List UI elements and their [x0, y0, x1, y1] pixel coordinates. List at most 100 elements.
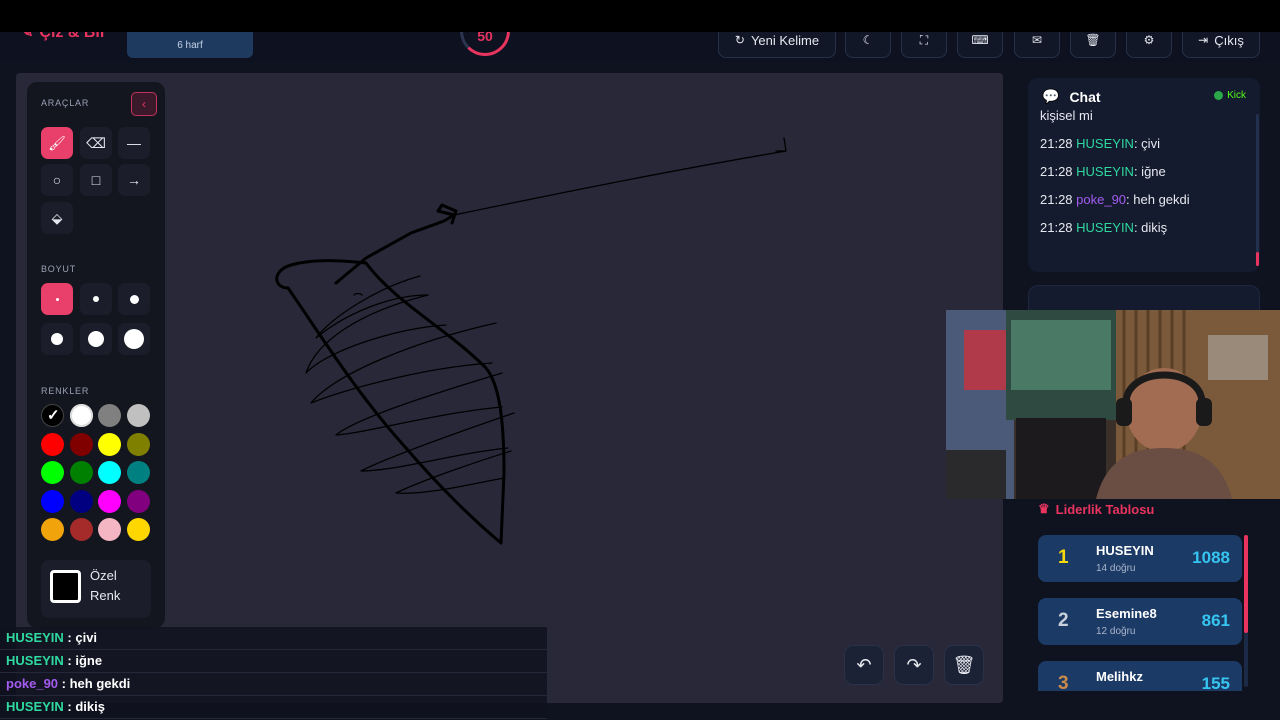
- brush-tool[interactable]: 🖌: [41, 127, 73, 159]
- theme-button[interactable]: ☾: [845, 32, 891, 58]
- overlay-username: HUSEYIN: [6, 699, 64, 714]
- chat-username[interactable]: HUSEYIN: [1076, 164, 1134, 179]
- color-swatch[interactable]: [126, 518, 150, 541]
- overlay-username: poke_90: [6, 676, 59, 691]
- paint-bucket-icon: ⬙: [51, 209, 63, 226]
- rectangle-tool[interactable]: □: [80, 164, 112, 196]
- chat-username[interactable]: poke_90: [1076, 192, 1126, 207]
- color-swatch[interactable]: [41, 518, 64, 541]
- eraser-icon: ⌫: [86, 134, 106, 151]
- size-option-6[interactable]: [118, 323, 150, 355]
- custom-color-label: Özel Renk: [90, 568, 121, 603]
- fill-tool[interactable]: ⬙: [41, 202, 73, 234]
- color-swatch[interactable]: [98, 518, 121, 541]
- chat-message: 21:28 poke_90: yayın döndü bende kişisel…: [1040, 108, 1250, 126]
- size-option-1[interactable]: [41, 283, 73, 315]
- settings-button[interactable]: ⚙: [1126, 32, 1172, 58]
- leaderboard-row[interactable]: 2 Esemine8 12 doğru 861: [1038, 598, 1242, 645]
- brand-logo[interactable]: ✎ Çiz & Bil: [20, 32, 104, 42]
- clear-canvas-button[interactable]: 🗑: [944, 645, 984, 685]
- leaderboard-name: HUSEYIN: [1096, 543, 1154, 558]
- trash-header-button[interactable]: 🗑: [1070, 32, 1116, 58]
- leaderboard-name: Esemine8: [1096, 606, 1157, 621]
- undo-button[interactable]: ↶: [844, 645, 884, 685]
- chat-username[interactable]: HUSEYIN: [1076, 136, 1134, 151]
- custom-color-button[interactable]: Özel Renk: [41, 560, 151, 618]
- overlay-separator: :: [58, 676, 70, 691]
- eraser-tool[interactable]: ⌫: [80, 127, 112, 159]
- platform-label: Kick: [1227, 90, 1246, 101]
- color-swatch[interactable]: [69, 489, 93, 513]
- color-swatch[interactable]: [126, 404, 150, 427]
- message-button[interactable]: ✉: [1014, 32, 1060, 58]
- timer-value: 50: [477, 32, 493, 44]
- size-dot: [124, 329, 144, 349]
- color-swatch[interactable]: [69, 432, 93, 456]
- chat-header: 💬 Chat: [1042, 88, 1101, 105]
- chevron-left-icon: ‹: [142, 97, 146, 111]
- redo-icon: ↷: [906, 654, 922, 675]
- new-word-button[interactable]: ↻ Yeni Kelime: [718, 32, 836, 58]
- chat-text: : heh gekdi: [1126, 192, 1190, 207]
- overlay-username: HUSEYIN: [6, 653, 64, 668]
- logout-icon: ⇥: [1198, 33, 1209, 47]
- chat-timestamp: 21:28: [1040, 220, 1077, 235]
- leaderboard-header: ♛ Liderlik Tablosu: [1038, 501, 1154, 517]
- leaderboard-row[interactable]: 1 HUSEYIN 14 doğru 1088: [1038, 535, 1242, 582]
- color-swatch[interactable]: [126, 432, 150, 456]
- color-swatch[interactable]: [41, 489, 64, 513]
- leaderboard-title: Liderlik Tablosu: [1055, 501, 1155, 517]
- circle-tool[interactable]: ○: [41, 164, 73, 196]
- leaderboard-correct-count: 12 doğru: [1096, 626, 1136, 637]
- chat-scrollbar-thumb[interactable]: [1256, 252, 1259, 266]
- color-swatch[interactable]: [98, 461, 121, 484]
- overlay-separator: :: [63, 630, 76, 645]
- word-hint: 6 harf: [177, 40, 203, 51]
- color-swatch[interactable]: [126, 489, 150, 513]
- chat-text: : iğne: [1133, 164, 1166, 179]
- platform-status: Kick: [1214, 90, 1246, 101]
- chat-text: : çivi: [1133, 136, 1160, 151]
- color-swatch[interactable]: [69, 518, 93, 541]
- color-swatch[interactable]: [98, 404, 121, 427]
- overlay-chat-line: HUSEYIN : iğne: [0, 650, 547, 673]
- size-option-4[interactable]: [41, 323, 73, 355]
- collapse-panel-button[interactable]: ‹: [131, 92, 157, 116]
- size-dot: [51, 333, 63, 345]
- leaderboard-rank: 2: [1058, 610, 1069, 631]
- new-word-label: Yeni Kelime: [750, 32, 820, 48]
- line-tool[interactable]: —: [118, 127, 150, 159]
- round-timer: 50: [460, 32, 510, 56]
- color-swatch[interactable]: [41, 432, 64, 456]
- size-option-5[interactable]: [80, 323, 112, 355]
- color-swatch[interactable]: [69, 404, 93, 427]
- leaderboard-scrollbar[interactable]: [1244, 535, 1248, 687]
- arrow-tool[interactable]: →: [118, 164, 150, 196]
- chat-messages[interactable]: 21:28 poke_90: yayın döndü bende kişisel…: [1040, 108, 1250, 268]
- color-swatch[interactable]: [98, 489, 121, 513]
- leaderboard-row[interactable]: 3 Melihkz 155: [1038, 661, 1242, 691]
- chat-scrollbar[interactable]: [1256, 114, 1259, 266]
- line-icon: —: [127, 135, 141, 151]
- color-swatch[interactable]: [126, 461, 150, 484]
- fullscreen-button[interactable]: ⛶: [901, 32, 947, 58]
- logout-label: Çıkış: [1214, 32, 1244, 48]
- color-swatch[interactable]: [41, 461, 64, 484]
- keyboard-button[interactable]: ⌨: [957, 32, 1003, 58]
- colors-title: RENKLER: [41, 386, 90, 396]
- redo-button[interactable]: ↷: [894, 645, 934, 685]
- top-black-strip: [0, 0, 1280, 32]
- leaderboard-list[interactable]: 1 HUSEYIN 14 doğru 1088 2 Esemine8 12 doğru 861…: [1036, 527, 1250, 691]
- fullscreen-icon: ⛶: [919, 32, 929, 47]
- leaderboard-scrollbar-thumb[interactable]: [1244, 535, 1248, 633]
- size-option-2[interactable]: [80, 283, 112, 315]
- color-swatch[interactable]: [69, 461, 93, 484]
- chat-message: 21:28 HUSEYIN: iğne: [1040, 162, 1250, 182]
- color-swatch[interactable]: [98, 432, 121, 456]
- color-swatch[interactable]: ✓: [41, 404, 64, 427]
- chat-text: : dikiş: [1133, 220, 1168, 235]
- size-option-3[interactable]: [118, 283, 150, 315]
- chat-username[interactable]: HUSEYIN: [1076, 220, 1134, 235]
- logout-button[interactable]: ⇥ Çıkış: [1182, 32, 1260, 58]
- overlay-chat-line: HUSEYIN : çivi: [0, 627, 547, 650]
